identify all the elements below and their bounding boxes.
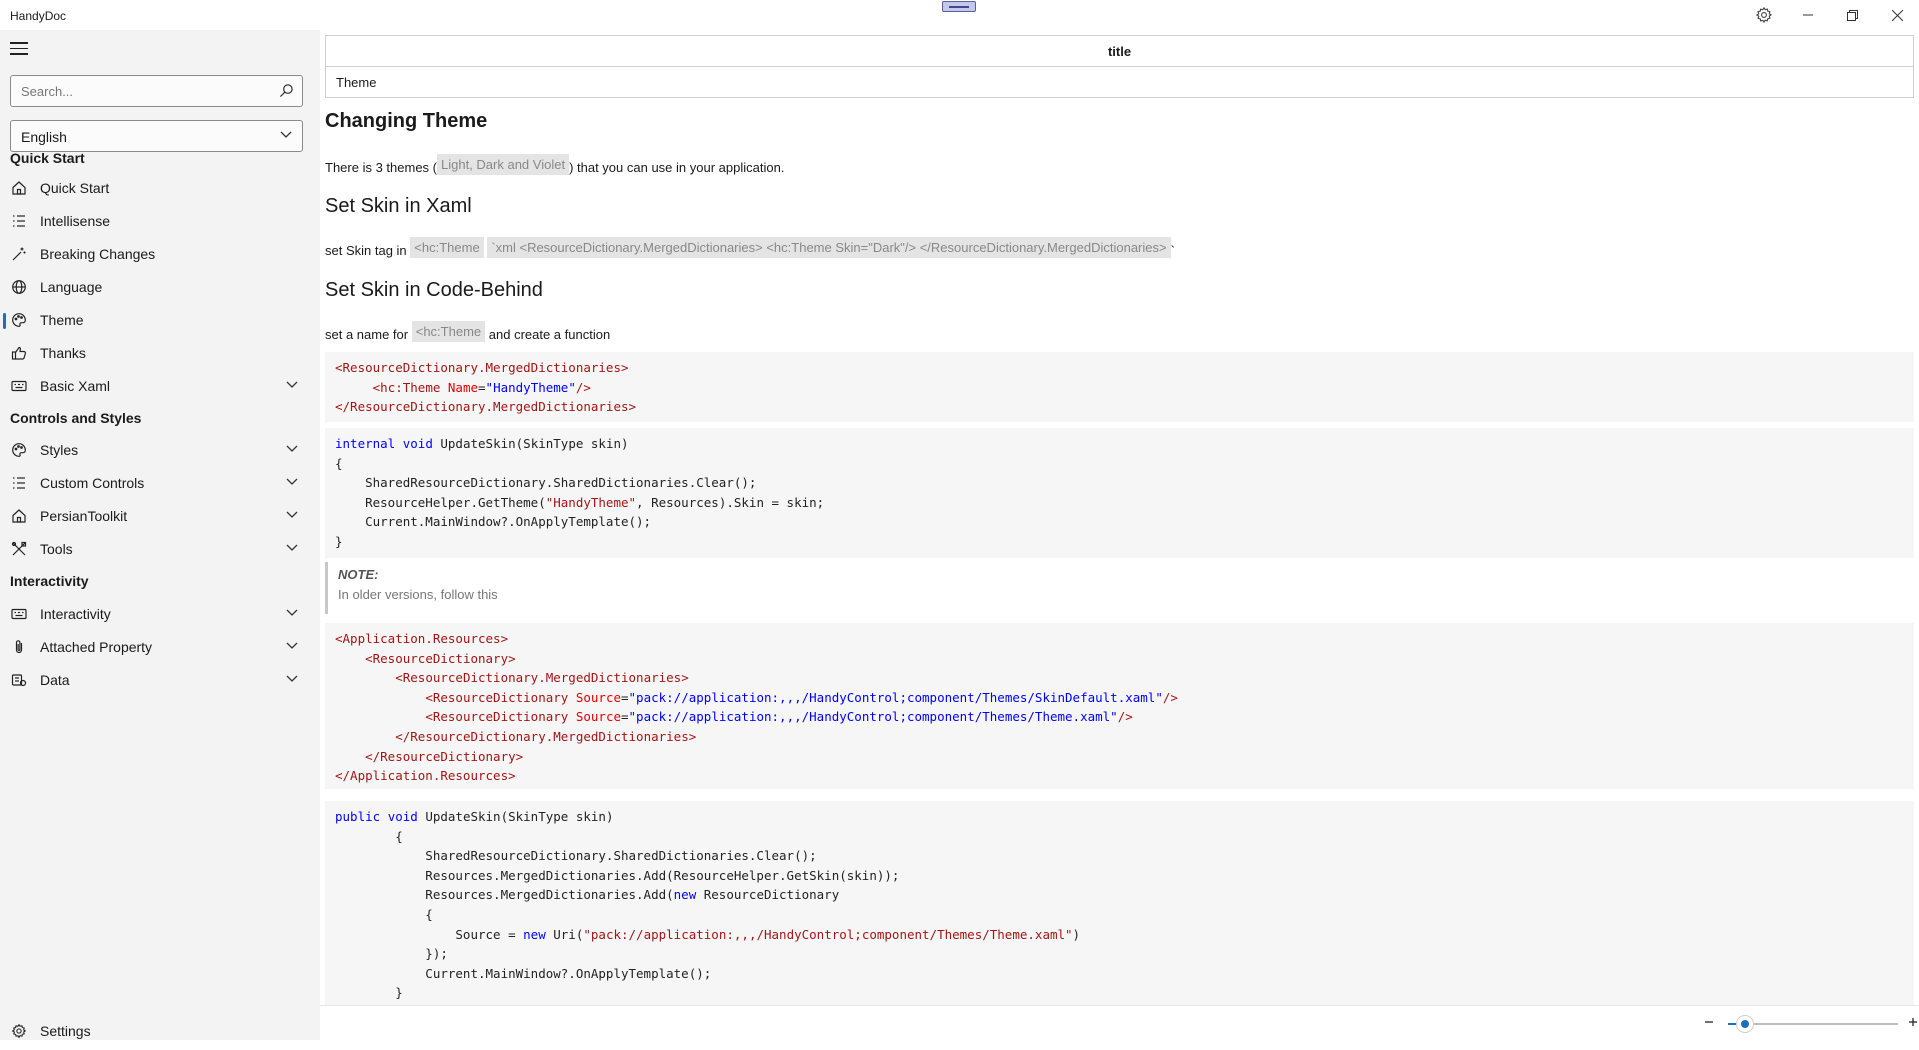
text-run: set Skin tag in: [325, 243, 407, 258]
code-block-update-skin-legacy: public void UpdateSkin(SkinType skin) { …: [325, 801, 1914, 1005]
zoom-in-icon[interactable]: [1903, 1012, 1919, 1032]
wand-icon: [12, 247, 26, 261]
section-quick-start: Quick Start: [10, 150, 85, 166]
sidebar-item-label: Theme: [40, 312, 84, 328]
text-run: `: [1170, 243, 1175, 258]
restore-icon: [1846, 9, 1858, 21]
document-viewer: title Theme Changing Theme There is 3 th…: [320, 30, 1919, 1005]
sidebar-item-label: Custom Controls: [40, 475, 145, 491]
code-behind-paragraph: set a name for <hc:Theme and create a fu…: [325, 321, 611, 348]
sidebar-item-label: Basic Xaml: [40, 378, 111, 394]
inline-code: `xml <ResourceDictionary.MergedDictionar…: [487, 237, 1171, 258]
tools-icon: [11, 541, 27, 556]
note-title: NOTE:: [338, 567, 379, 582]
minimize-button[interactable]: [1786, 0, 1830, 30]
sidebar-item-label: Tools: [40, 541, 73, 557]
chevron-down-icon: [286, 511, 298, 518]
sidebar-item-tools[interactable]: Tools: [0, 530, 320, 568]
heading-set-skin-code-behind: Set Skin in Code-Behind: [325, 279, 543, 301]
code-block-xaml-theme: <ResourceDictionary.MergedDictionaries> …: [325, 352, 1914, 422]
zoom-slider[interactable]: [1728, 1015, 1898, 1033]
chevron-down-icon: [286, 642, 298, 649]
sidebar: English Quick Start Quick Start Intellis…: [0, 30, 320, 1040]
inline-code: <hc:Theme: [411, 321, 486, 342]
minimize-icon: [1803, 14, 1813, 16]
code-block-app-resources: <Application.Resources> <ResourceDiction…: [325, 623, 1914, 789]
sidebar-item-label: Attached Property: [40, 639, 153, 655]
gear-icon: [1755, 6, 1773, 24]
sidebar-item-settings[interactable]: Settings: [0, 1012, 320, 1050]
data-icon: [11, 674, 27, 687]
intro-paragraph: There is 3 themes (Light, Dark and Viole…: [325, 154, 785, 181]
restore-button[interactable]: [1830, 0, 1874, 30]
keyboard-icon: [11, 380, 27, 392]
palette-icon: [12, 313, 26, 327]
front-matter-table: title Theme: [325, 35, 1914, 98]
text-run: set a name for: [325, 327, 409, 342]
status-bar: [320, 1005, 1919, 1041]
sidebar-item-label: Interactivity: [40, 606, 111, 622]
note-callout: NOTE: In older versions, follow this: [325, 562, 928, 614]
home-icon: [12, 181, 26, 195]
close-icon: [1891, 9, 1903, 21]
hamburger-menu-button[interactable]: [10, 42, 28, 56]
search-box: [10, 75, 303, 107]
chevron-down-icon: [280, 131, 292, 138]
section-interactivity: Interactivity: [10, 573, 89, 589]
sidebar-item-label: Data: [40, 672, 70, 688]
xaml-paragraph: set Skin tag in <hc:Theme `xml <Resource…: [325, 237, 1175, 264]
code-block-update-skin: internal void UpdateSkin(SkinType skin) …: [325, 428, 1914, 558]
globe-icon: [12, 280, 26, 294]
inline-code: Light, Dark and Violet: [437, 154, 570, 175]
search-input[interactable]: [11, 76, 271, 106]
front-matter-value: Theme: [325, 66, 1914, 98]
chevron-down-icon: [286, 478, 298, 485]
title-bar: HandyDoc: [0, 0, 1919, 30]
sidebar-item-label: PersianToolkit: [40, 508, 128, 524]
settings-gear-button[interactable]: [1742, 0, 1786, 30]
gear-icon: [11, 1023, 27, 1039]
palette-icon: [12, 443, 26, 457]
close-button[interactable]: [1875, 0, 1919, 30]
language-selected-value: English: [21, 129, 67, 145]
settings-label: Settings: [40, 1023, 91, 1039]
keyboard-icon: [11, 608, 27, 620]
text-run: There is 3 themes (: [325, 160, 437, 175]
hamburger-line: [10, 47, 28, 49]
chevron-down-icon: [286, 675, 298, 682]
front-matter-header: title: [325, 35, 1914, 67]
list-icon: [13, 215, 25, 227]
chevron-down-icon: [286, 609, 298, 616]
sidebar-item-label: Styles: [40, 442, 79, 458]
sidebar-item-basic-xaml[interactable]: Basic Xaml: [0, 367, 320, 405]
chevron-down-icon: [286, 445, 298, 452]
sidebar-item-label: Language: [40, 279, 103, 295]
section-controls-and-styles: Controls and Styles: [10, 410, 142, 426]
sidebar-item-data[interactable]: Data: [0, 661, 320, 699]
hamburger-line: [10, 53, 28, 55]
hamburger-line: [10, 42, 28, 44]
note-body: In older versions, follow this: [338, 587, 498, 602]
heading-set-skin-xaml: Set Skin in Xaml: [325, 195, 472, 217]
zoom-slider-thumb[interactable]: [1736, 1015, 1754, 1033]
drag-handle[interactable]: [942, 1, 976, 12]
text-run: ) that you can use in your application.: [569, 160, 785, 175]
sidebar-item-label: Breaking Changes: [40, 246, 156, 262]
list-icon: [13, 477, 25, 489]
sidebar-item-label: Intellisense: [40, 213, 111, 229]
search-icon[interactable]: [279, 83, 294, 98]
paperclip-icon: [15, 640, 23, 654]
language-dropdown[interactable]: English: [10, 120, 303, 152]
thumbs-up-icon: [11, 346, 27, 360]
text-run: and create a function: [488, 327, 611, 342]
home-icon: [12, 509, 26, 523]
zoom-out-icon[interactable]: [1699, 1012, 1719, 1032]
inline-code: <hc:Theme: [410, 237, 484, 258]
app-title: HandyDoc: [10, 9, 67, 23]
sidebar-item-label: Quick Start: [40, 180, 110, 196]
chevron-down-icon: [286, 544, 298, 551]
page-heading: Changing Theme: [325, 110, 488, 132]
chevron-down-icon: [286, 381, 298, 388]
sidebar-item-label: Thanks: [40, 345, 86, 361]
